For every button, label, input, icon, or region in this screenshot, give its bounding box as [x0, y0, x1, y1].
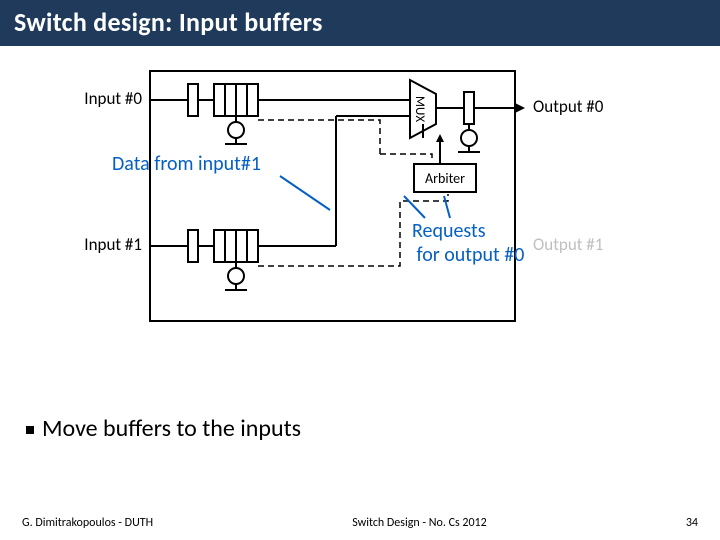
slide-footer: G. Dimitrakopoulos - DUTH Switch Design … — [0, 516, 720, 530]
bullet-dot-icon — [26, 426, 34, 434]
footer-left: G. Dimitrakopoulos - DUTH — [22, 516, 153, 530]
annotation-requests: Requests for output #0 — [412, 219, 524, 267]
label-output1: Output #1 — [533, 234, 603, 255]
footer-center: Switch Design - No. Cs 2012 — [352, 516, 487, 530]
slide-title: Switch design: Input buffers — [0, 0, 720, 46]
footer-right: 34 — [686, 516, 698, 530]
annotation-data-from: Data from input#1 — [112, 152, 261, 176]
annotation-requests-line2: for output #0 — [417, 243, 525, 267]
label-arbiter: Arbiter — [425, 170, 465, 187]
bullet-list: Move buffers to the inputs — [0, 406, 720, 443]
label-input1: Input #1 — [84, 234, 142, 255]
diagram: Data from input#1 Requests for output #0… — [0, 46, 720, 406]
label-mux: MUX — [412, 96, 427, 122]
annotation-requests-line1: Requests — [412, 219, 486, 243]
label-output0: Output #0 — [533, 96, 604, 117]
bullet-1: Move buffers to the inputs — [42, 414, 301, 443]
label-input0: Input #0 — [84, 88, 142, 109]
switch-diagram-svg: Input #0 Input #1 — [0, 46, 720, 406]
